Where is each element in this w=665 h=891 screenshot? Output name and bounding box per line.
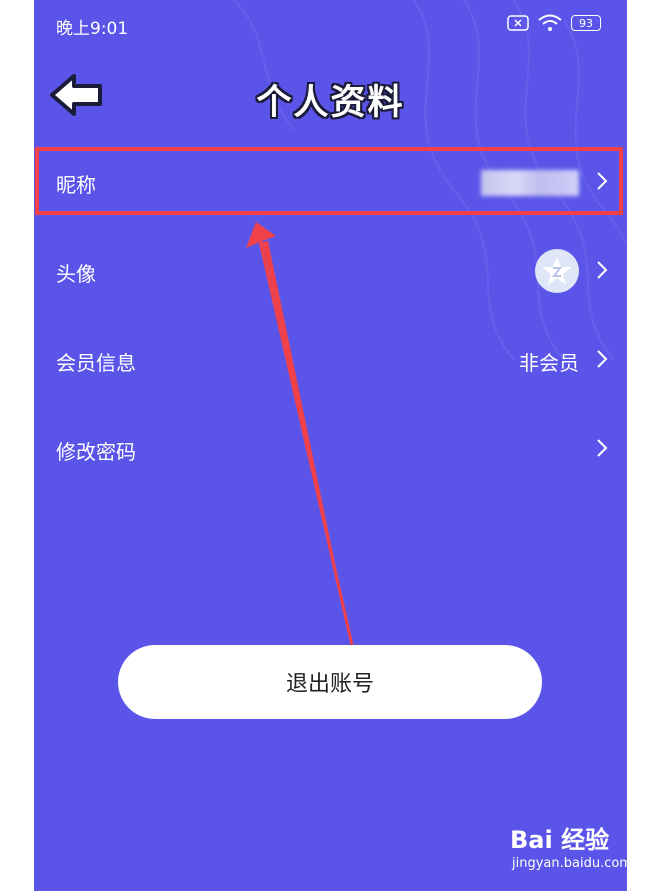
row-label: 修改密码	[56, 440, 136, 464]
page-header: 个人资料	[34, 60, 627, 132]
status-bar: 晚上9:01 93	[34, 0, 627, 52]
logout-button[interactable]: 退出账号	[118, 645, 542, 719]
watermark-url: jingyan.baidu.com	[512, 856, 632, 871]
row-label: 会员信息	[56, 351, 136, 375]
battery-icon: 93	[571, 15, 601, 31]
row-membership[interactable]: 会员信息 非会员	[34, 330, 627, 390]
row-avatar[interactable]: 头像	[34, 241, 627, 301]
chevron-right-icon	[597, 261, 608, 279]
star-avatar-icon	[542, 257, 572, 285]
chevron-right-icon	[597, 439, 608, 457]
sim-icon	[507, 15, 529, 31]
status-time: 晚上9:01	[56, 19, 129, 39]
wifi-icon	[538, 14, 562, 31]
battery-level: 93	[579, 16, 593, 30]
highlight-box	[35, 147, 623, 215]
status-icons: 93	[507, 14, 601, 32]
row-label: 头像	[56, 262, 96, 286]
row-change-password[interactable]: 修改密码	[34, 419, 627, 479]
watermark-brand: Bai 经验	[510, 826, 610, 854]
chevron-right-icon	[597, 350, 608, 368]
watermark: Bai 经验 jingyan.baidu.com	[510, 818, 660, 878]
phone-screen: 晚上9:01 93 个人资料 昵称 头像 会员信息 非会员 修改密码 退出账号	[34, 0, 627, 891]
membership-value: 非会员	[519, 351, 579, 375]
avatar	[535, 249, 579, 293]
page-title: 个人资料	[256, 83, 405, 123]
